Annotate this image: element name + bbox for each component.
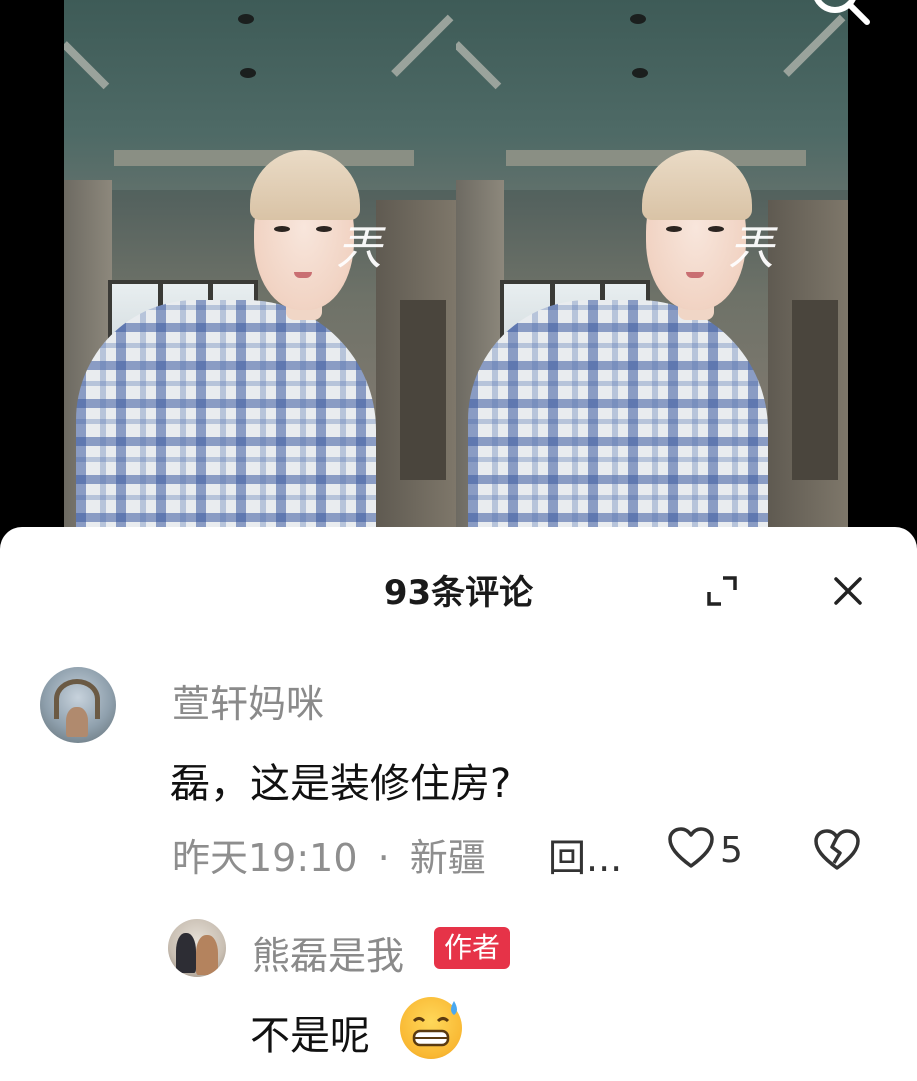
ceiling-light	[630, 14, 646, 24]
meta-separator: ·	[377, 836, 390, 880]
beam	[114, 150, 414, 166]
close-button[interactable]	[818, 563, 878, 623]
heart-outline-icon	[668, 827, 714, 873]
sweat-grin-emoji	[400, 997, 462, 1059]
plaid-shirt	[76, 300, 376, 540]
expand-icon	[705, 574, 739, 612]
expand-button[interactable]	[692, 563, 752, 623]
video-player[interactable]: 兲 兲	[0, 0, 917, 540]
search-icon	[805, 0, 875, 32]
plaid-shirt	[468, 300, 768, 540]
search-button[interactable]	[800, 0, 880, 30]
close-icon	[833, 576, 863, 610]
ceiling-light	[238, 14, 254, 24]
ceiling-light	[632, 68, 648, 78]
video-overlay-text: 兲	[728, 221, 774, 275]
beam	[506, 150, 806, 166]
comment-location: 新疆	[409, 836, 486, 880]
comment-username[interactable]: 萱轩妈咪	[172, 673, 324, 728]
like-button[interactable]: 5	[668, 827, 743, 873]
broken-heart-icon	[814, 829, 860, 875]
comment-time: 昨天19:10	[172, 836, 358, 880]
like-count: 5	[720, 829, 743, 871]
comment-count-title: 93条评论	[383, 573, 534, 613]
author-avatar[interactable]	[168, 919, 226, 977]
doorway	[400, 300, 446, 480]
video-frame-right: 兲	[456, 0, 848, 540]
author-badge: 作者	[434, 927, 511, 969]
dislike-button[interactable]	[814, 829, 860, 875]
doorway	[792, 300, 838, 480]
comment-text: 磊，这是装修住房?	[170, 761, 512, 807]
video-frame-left: 兲	[64, 0, 456, 540]
comment-meta: 昨天19:10 · 新疆	[172, 827, 486, 882]
commenter-avatar[interactable]	[40, 667, 116, 743]
reply-username[interactable]: 熊磊是我	[252, 925, 404, 980]
reply-button[interactable]: 回...	[548, 827, 622, 882]
ceiling-light	[240, 68, 256, 78]
video-overlay-text: 兲	[336, 221, 382, 275]
reply-text: 不是呢	[250, 1013, 370, 1059]
comment-sheet: 93条评论 萱轩妈咪 磊，这是装修住房? 昨天19:10 · 新疆 回... 5…	[0, 527, 917, 1081]
